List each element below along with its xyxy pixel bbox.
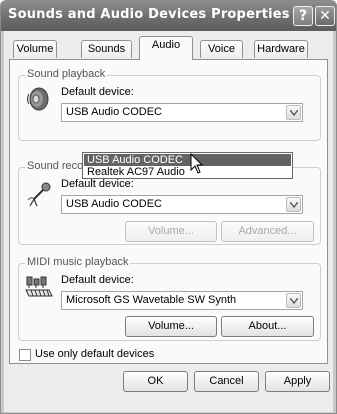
recording-dropdown-arrow[interactable] (286, 197, 301, 212)
tab-audio[interactable]: Audio (139, 36, 193, 60)
ok-button[interactable]: OK (123, 371, 188, 392)
mouse-cursor-icon (190, 153, 204, 174)
chevron-down-icon (290, 202, 298, 208)
help-button[interactable]: ? (293, 6, 313, 26)
tab-sounds[interactable]: Sounds (81, 40, 132, 58)
midi-playback-group: MIDI music playback Default device: Micr… (18, 256, 321, 341)
dialog-client-area: Volume Sounds Audio Voice Hardware Sound… (4, 31, 333, 412)
apply-button[interactable]: Apply (265, 371, 330, 392)
tab-hardware[interactable]: Hardware (254, 40, 308, 58)
midi-keyboard-icon (25, 276, 53, 297)
speaker-icon (26, 87, 49, 111)
midi-selected-value: Microsoft GS Wavetable SW Synth (66, 294, 237, 306)
use-only-default-label: Use only default devices (35, 348, 155, 360)
playback-device-select[interactable]: USB Audio CODEC (61, 103, 303, 122)
dropdown-option-realtek-ac97[interactable]: Realtek AC97 Audio (84, 166, 291, 178)
sound-playback-group: Sound playback Default device: USB Audio… (18, 68, 321, 141)
tab-voice[interactable]: Voice (200, 40, 243, 58)
close-button[interactable]: ✕ (315, 6, 335, 26)
window-title: Sounds and Audio Devices Properties (8, 7, 290, 22)
chevron-down-icon (290, 110, 298, 116)
dialog-window: Sounds and Audio Devices Properties ? ✕ … (0, 0, 337, 414)
recording-advanced-button[interactable]: Advanced... (221, 221, 314, 242)
midi-default-label: Default device: (61, 274, 134, 286)
playback-dropdown-list[interactable]: USB Audio CODEC Realtek AC97 Audio (82, 152, 293, 179)
tab-volume[interactable]: Volume (13, 40, 57, 58)
recording-default-label: Default device: (61, 178, 134, 190)
microphone-icon (27, 182, 51, 207)
playback-selected-value: USB Audio CODEC (66, 106, 162, 118)
dropdown-option-usb-audio-codec[interactable]: USB Audio CODEC (84, 154, 291, 166)
recording-device-select[interactable]: USB Audio CODEC (61, 195, 303, 214)
title-bar[interactable]: Sounds and Audio Devices Properties ? ✕ (1, 1, 336, 31)
chevron-down-icon (290, 298, 298, 304)
recording-selected-value: USB Audio CODEC (66, 198, 162, 210)
playback-default-label: Default device: (61, 86, 134, 98)
playback-dropdown-arrow[interactable] (286, 105, 301, 120)
recording-volume-button[interactable]: Volume... (125, 221, 217, 242)
audio-tab-panel: Sound playback Default device: USB Audio… (9, 59, 328, 364)
midi-playback-title: MIDI music playback (25, 256, 131, 268)
use-only-default-checkbox[interactable] (19, 349, 31, 361)
midi-about-button[interactable]: About... (221, 316, 314, 337)
cancel-button[interactable]: Cancel (194, 371, 259, 392)
sound-playback-title: Sound playback (25, 68, 108, 80)
midi-dropdown-arrow[interactable] (286, 293, 301, 308)
midi-device-select[interactable]: Microsoft GS Wavetable SW Synth (61, 291, 303, 310)
midi-volume-button[interactable]: Volume... (125, 316, 217, 337)
